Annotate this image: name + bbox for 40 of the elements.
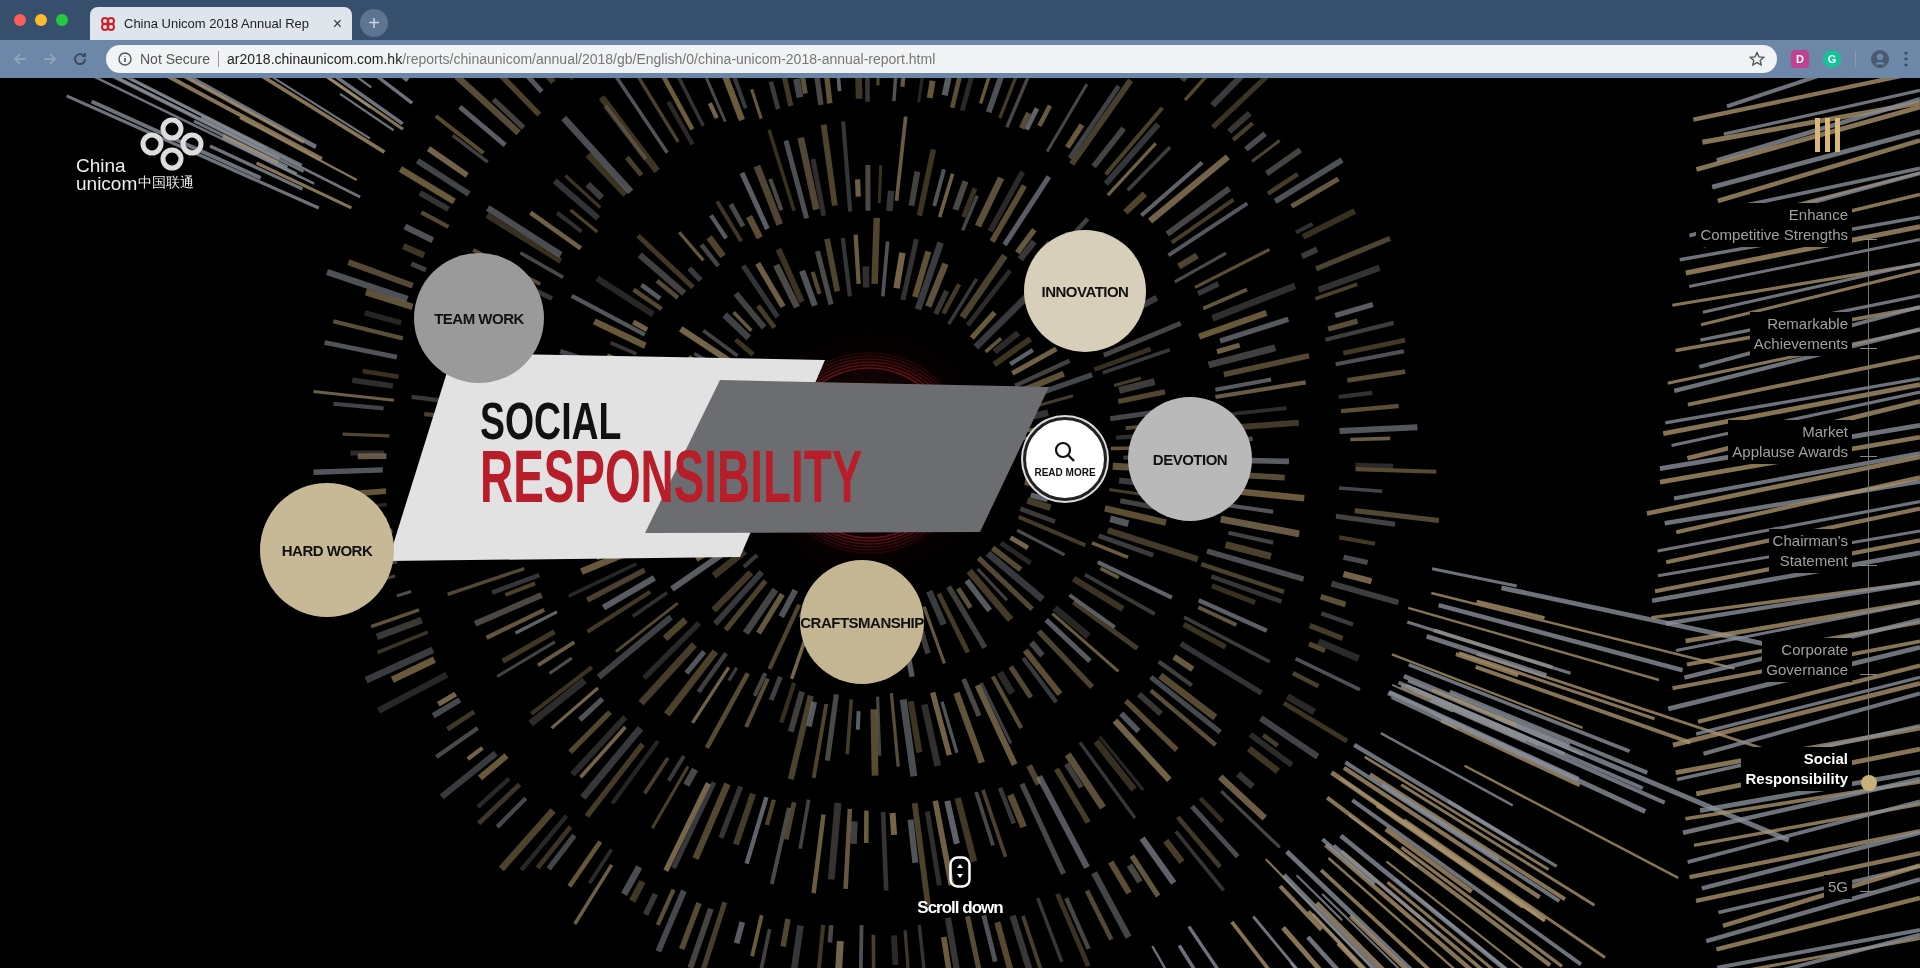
timeline-link[interactable]: 5G xyxy=(1824,875,1852,900)
section-title: SOCIAL xyxy=(480,395,622,447)
timeline-link[interactable]: Remarkable Achievements xyxy=(1749,311,1852,356)
timeline-link[interactable]: Chairman's Statement xyxy=(1768,529,1852,574)
value-photo-button[interactable]: CRAFTSMANSHIP xyxy=(800,560,924,684)
tab-title: China Unicom 2018 Annual Rep xyxy=(124,16,310,31)
address-bar[interactable]: Not Secure ar2018.chinaunicom.com.hk/reports/chinaunicom/annual/2018/gb/English/0/china-unicom-2018-annual-report.html xyxy=(106,45,1777,73)
info-icon[interactable] xyxy=(118,52,132,66)
security-label: Not Secure xyxy=(140,51,211,67)
timeline-link[interactable]: Social Responsibility xyxy=(1741,746,1852,791)
search-icon xyxy=(1054,440,1076,463)
reload-icon[interactable] xyxy=(72,51,88,67)
value-photo-button[interactable]: DEVOTION xyxy=(1128,397,1252,521)
scroll-hint: Scroll down xyxy=(917,898,1003,918)
timeline-link[interactable]: Market Applause Awards xyxy=(1728,420,1852,465)
value-photo-button[interactable]: TEAM WORK xyxy=(414,253,544,383)
url-text: ar2018.chinaunicom.com.hk/reports/chinaunicom/annual/2018/gb/English/0/china-unicom-2018-annual-report.html xyxy=(227,51,936,67)
timeline-link[interactable]: Enhance Competitive Strengths xyxy=(1696,203,1852,247)
menu-button[interactable] xyxy=(1815,118,1841,152)
read-more-button[interactable]: READ MORE xyxy=(1023,417,1107,501)
profile-icon[interactable] xyxy=(1870,49,1890,69)
value-photo-button[interactable]: HARD WORK xyxy=(260,483,394,617)
window-close-button[interactable] xyxy=(14,14,26,26)
logo-text: unicom xyxy=(76,174,138,193)
window-minimize-button[interactable] xyxy=(35,14,47,26)
mouse-icon xyxy=(949,856,971,888)
logo-text: China xyxy=(76,156,126,175)
value-photo-button[interactable]: INNOVATION xyxy=(1024,230,1146,352)
more-menu-icon[interactable] xyxy=(1904,51,1908,67)
star-icon[interactable] xyxy=(1749,51,1765,67)
timeline-link[interactable]: Corporate Governance xyxy=(1762,637,1852,682)
forward-icon[interactable] xyxy=(42,51,58,67)
logo-chinese-text: 中国联通 xyxy=(138,174,194,190)
browser-tab[interactable]: China Unicom 2018 Annual Rep × xyxy=(90,7,352,40)
extension-icon[interactable]: D xyxy=(1791,50,1809,68)
knot-logo-icon xyxy=(100,15,116,32)
timeline-marker-dot xyxy=(1861,774,1877,791)
back-icon[interactable] xyxy=(12,51,28,67)
window-zoom-button[interactable] xyxy=(56,14,68,26)
tab-close-button[interactable]: × xyxy=(332,14,342,33)
